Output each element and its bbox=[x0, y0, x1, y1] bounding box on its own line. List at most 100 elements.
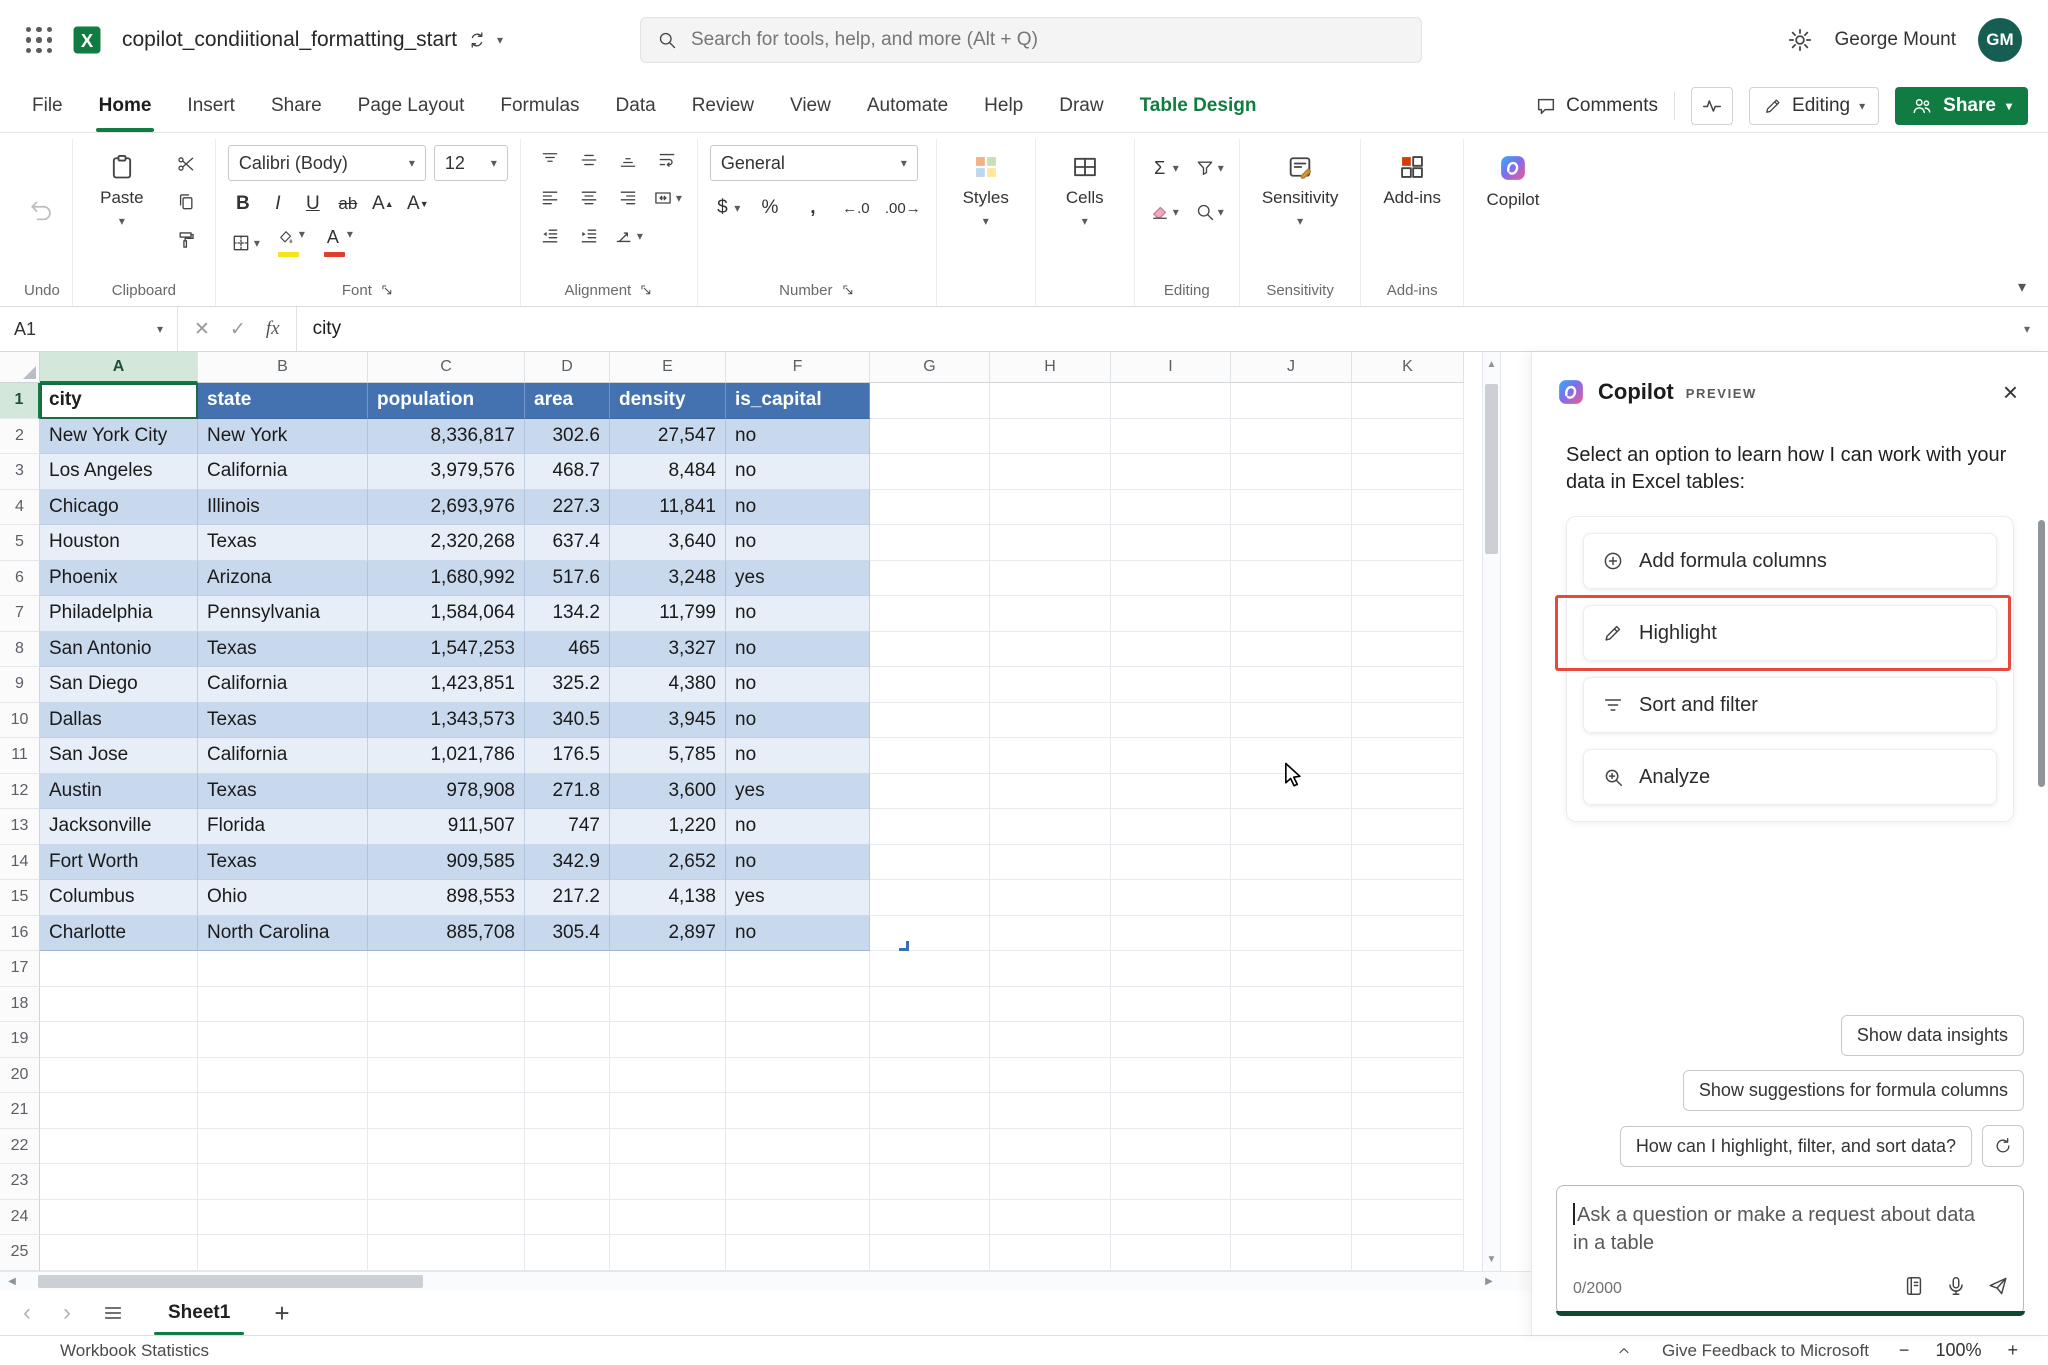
cell-K8[interactable] bbox=[1352, 632, 1464, 668]
cell-E23[interactable] bbox=[610, 1164, 726, 1200]
row-header-17[interactable]: 17 bbox=[0, 951, 40, 987]
next-sheet-arrow[interactable]: › bbox=[54, 1299, 80, 1327]
row-header-10[interactable]: 10 bbox=[0, 703, 40, 739]
orientation-button[interactable]: ▾ bbox=[611, 221, 646, 251]
cell-C11[interactable]: 1,021,786 bbox=[368, 738, 525, 774]
cell-I1[interactable] bbox=[1111, 383, 1231, 419]
cell-F13[interactable]: no bbox=[726, 809, 870, 845]
cell-I25[interactable] bbox=[1111, 1235, 1231, 1271]
cell-B13[interactable]: Florida bbox=[198, 809, 368, 845]
cell-E7[interactable]: 11,799 bbox=[610, 596, 726, 632]
cell-J19[interactable] bbox=[1231, 1022, 1352, 1058]
cell-I16[interactable] bbox=[1111, 916, 1231, 952]
cell-H12[interactable] bbox=[990, 774, 1111, 810]
search-box[interactable] bbox=[640, 17, 1422, 63]
cell-C3[interactable]: 3,979,576 bbox=[368, 454, 525, 490]
cell-A1[interactable]: city bbox=[40, 383, 198, 419]
cell-H14[interactable] bbox=[990, 845, 1111, 881]
cell-F20[interactable] bbox=[726, 1058, 870, 1094]
cell-G9[interactable] bbox=[870, 667, 990, 703]
cell-E21[interactable] bbox=[610, 1093, 726, 1129]
cell-C17[interactable] bbox=[368, 951, 525, 987]
cell-C19[interactable] bbox=[368, 1022, 525, 1058]
increase-font-button[interactable]: A▲ bbox=[368, 189, 398, 219]
cell-C16[interactable]: 885,708 bbox=[368, 916, 525, 952]
cell-E13[interactable]: 1,220 bbox=[610, 809, 726, 845]
cell-G13[interactable] bbox=[870, 809, 990, 845]
cell-F10[interactable]: no bbox=[726, 703, 870, 739]
cell-E6[interactable]: 3,248 bbox=[610, 561, 726, 597]
cell-J6[interactable] bbox=[1231, 561, 1352, 597]
cell-E4[interactable]: 11,841 bbox=[610, 490, 726, 526]
zoom-out-button[interactable]: − bbox=[1899, 1340, 1910, 1361]
cell-A2[interactable]: New York City bbox=[40, 419, 198, 455]
cell-H2[interactable] bbox=[990, 419, 1111, 455]
cell-A13[interactable]: Jacksonville bbox=[40, 809, 198, 845]
align-top-button[interactable] bbox=[533, 145, 567, 175]
tab-table-design[interactable]: Table Design bbox=[1122, 80, 1275, 132]
italic-button[interactable]: I bbox=[263, 189, 293, 219]
cell-K18[interactable] bbox=[1352, 987, 1464, 1023]
row-header-6[interactable]: 6 bbox=[0, 561, 40, 597]
cell-H8[interactable] bbox=[990, 632, 1111, 668]
cell-J12[interactable] bbox=[1231, 774, 1352, 810]
cell-G21[interactable] bbox=[870, 1093, 990, 1129]
row-header-13[interactable]: 13 bbox=[0, 809, 40, 845]
copilot-option-highlight[interactable]: Highlight bbox=[1583, 605, 1997, 661]
cell-D17[interactable] bbox=[525, 951, 610, 987]
workbook-statistics-button[interactable]: Workbook Statistics bbox=[60, 1341, 209, 1361]
undo-button[interactable] bbox=[25, 195, 59, 225]
cell-E24[interactable] bbox=[610, 1200, 726, 1236]
cell-B17[interactable] bbox=[198, 951, 368, 987]
confirm-entry-button[interactable]: ✓ bbox=[230, 318, 246, 341]
cell-B4[interactable]: Illinois bbox=[198, 490, 368, 526]
number-dialog-launcher-icon[interactable] bbox=[841, 283, 855, 297]
row-header-7[interactable]: 7 bbox=[0, 596, 40, 632]
cell-A9[interactable]: San Diego bbox=[40, 667, 198, 703]
column-header-C[interactable]: C bbox=[368, 352, 525, 383]
cell-J17[interactable] bbox=[1231, 951, 1352, 987]
cell-E11[interactable]: 5,785 bbox=[610, 738, 726, 774]
cell-I5[interactable] bbox=[1111, 525, 1231, 561]
cell-C21[interactable] bbox=[368, 1093, 525, 1129]
chevron-up-icon[interactable] bbox=[1616, 1343, 1632, 1359]
cell-K21[interactable] bbox=[1352, 1093, 1464, 1129]
collapse-ribbon-icon[interactable]: ▾ bbox=[2018, 280, 2026, 296]
cell-D4[interactable]: 227.3 bbox=[525, 490, 610, 526]
activity-button[interactable] bbox=[1691, 87, 1733, 125]
cell-G25[interactable] bbox=[870, 1235, 990, 1271]
cell-I3[interactable] bbox=[1111, 454, 1231, 490]
alignment-dialog-launcher-icon[interactable] bbox=[639, 283, 653, 297]
copilot-button[interactable]: Copilot bbox=[1476, 145, 1550, 218]
row-header-14[interactable]: 14 bbox=[0, 845, 40, 881]
prompt-guide-button[interactable] bbox=[1903, 1275, 1925, 1302]
row-header-5[interactable]: 5 bbox=[0, 525, 40, 561]
merge-center-button[interactable]: ▾ bbox=[650, 183, 685, 213]
row-header-1[interactable]: 1 bbox=[0, 383, 40, 419]
cell-G16[interactable] bbox=[870, 916, 990, 952]
column-header-A[interactable]: A bbox=[40, 352, 198, 383]
cell-A12[interactable]: Austin bbox=[40, 774, 198, 810]
autosum-button[interactable]: Σ▾ bbox=[1147, 153, 1182, 183]
cancel-entry-button[interactable]: ✕ bbox=[194, 318, 210, 341]
cell-K17[interactable] bbox=[1352, 951, 1464, 987]
column-header-D[interactable]: D bbox=[525, 352, 610, 383]
align-bottom-button[interactable] bbox=[611, 145, 645, 175]
cell-G6[interactable] bbox=[870, 561, 990, 597]
cell-I15[interactable] bbox=[1111, 880, 1231, 916]
cell-D9[interactable]: 325.2 bbox=[525, 667, 610, 703]
cell-A25[interactable] bbox=[40, 1235, 198, 1271]
cell-I18[interactable] bbox=[1111, 987, 1231, 1023]
cell-E5[interactable]: 3,640 bbox=[610, 525, 726, 561]
cell-B21[interactable] bbox=[198, 1093, 368, 1129]
cell-A4[interactable]: Chicago bbox=[40, 490, 198, 526]
cell-B7[interactable]: Pennsylvania bbox=[198, 596, 368, 632]
cell-J13[interactable] bbox=[1231, 809, 1352, 845]
cell-I10[interactable] bbox=[1111, 703, 1231, 739]
cell-F8[interactable]: no bbox=[726, 632, 870, 668]
tab-view[interactable]: View bbox=[772, 80, 849, 132]
expand-formula-bar-icon[interactable]: ▾ bbox=[2006, 323, 2048, 335]
vertical-scroll-thumb[interactable] bbox=[1485, 384, 1498, 554]
cell-J15[interactable] bbox=[1231, 880, 1352, 916]
cell-K23[interactable] bbox=[1352, 1164, 1464, 1200]
